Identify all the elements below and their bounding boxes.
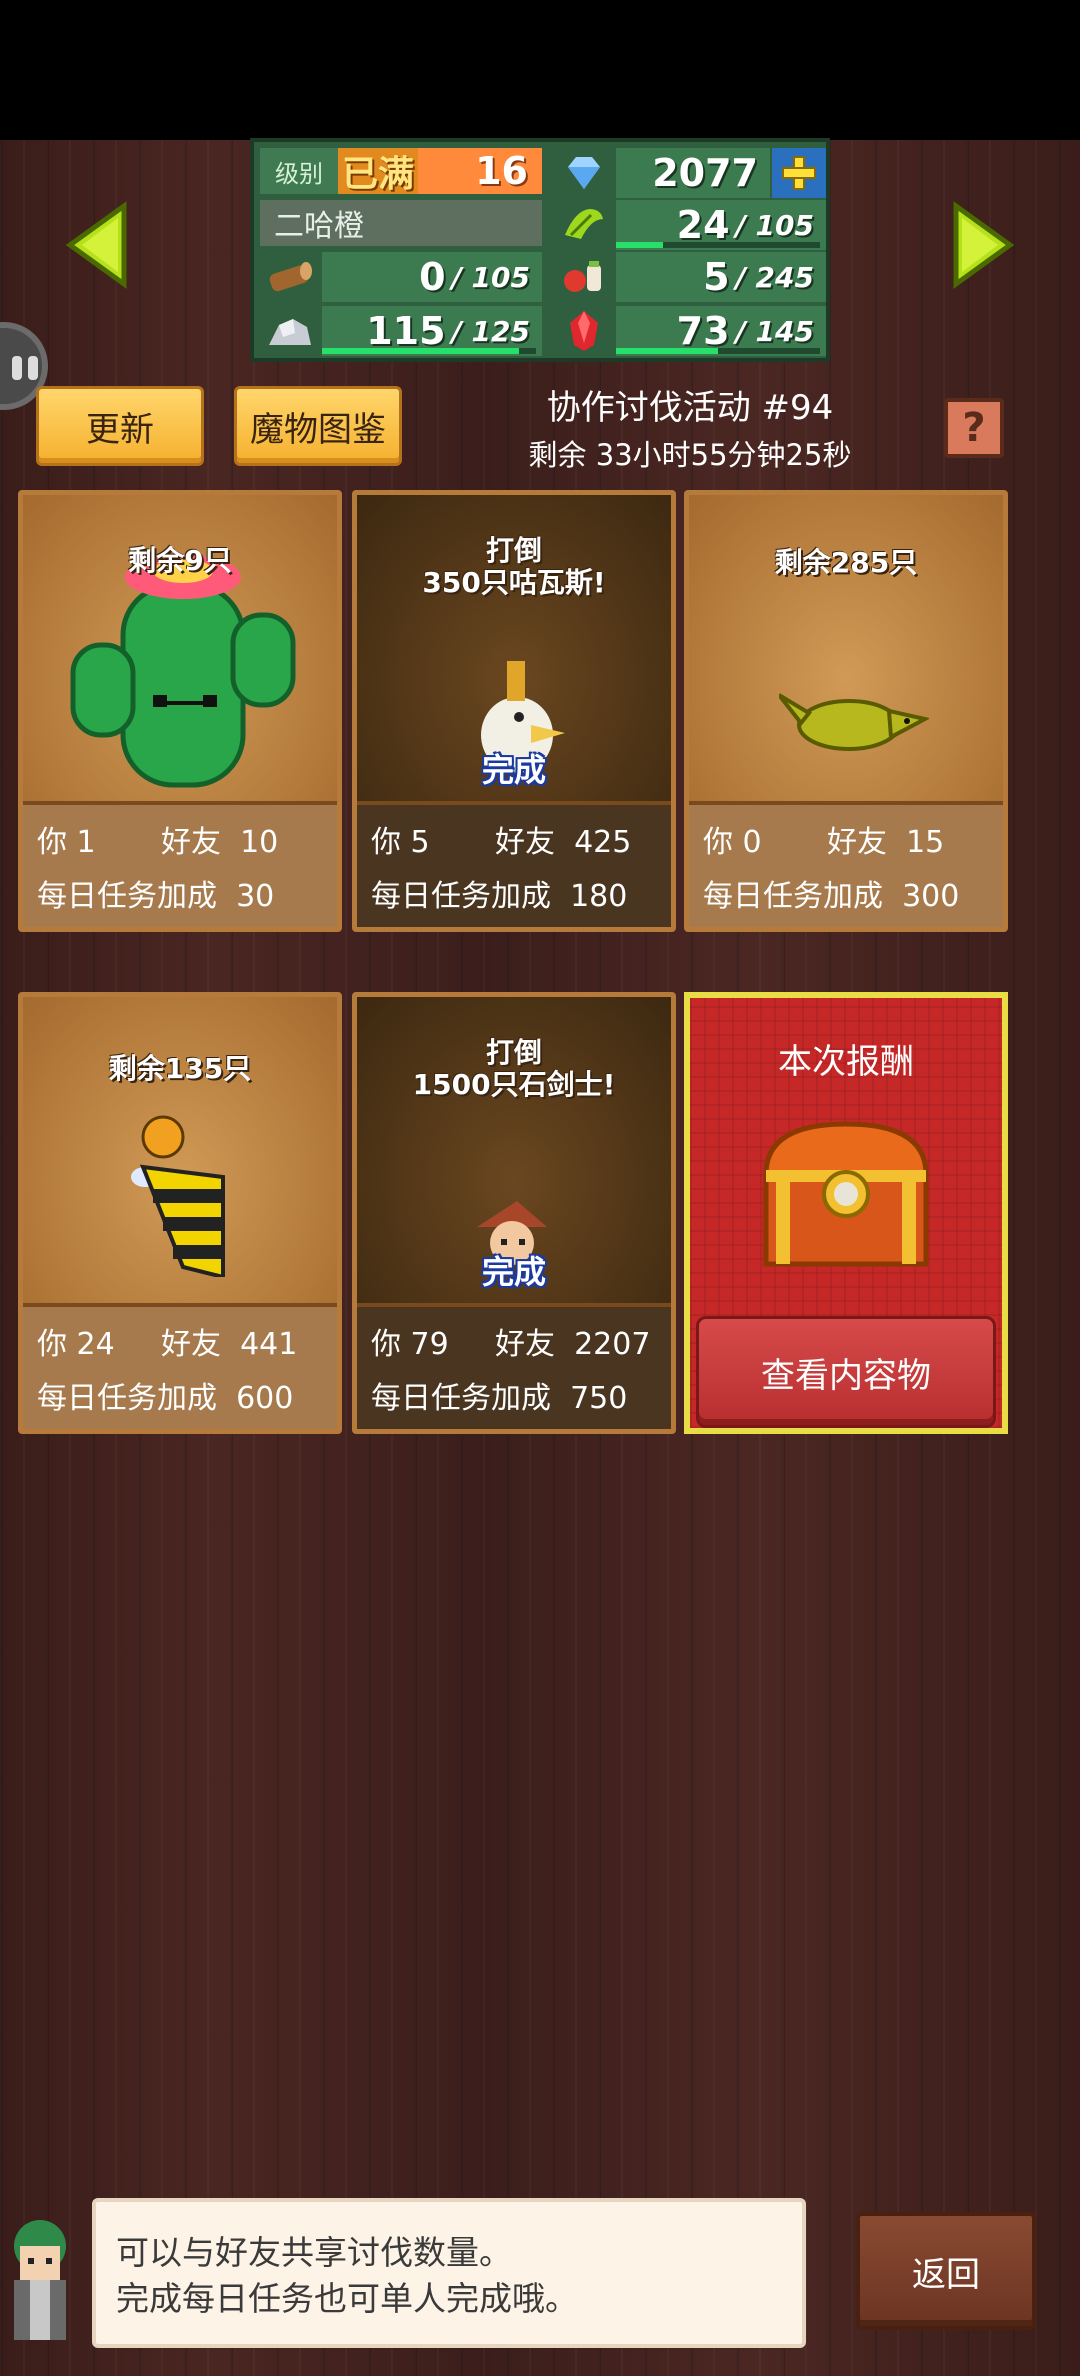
reward-title: 本次报酬 [778,1042,914,1082]
level-value: 16 [418,148,542,194]
friend-count: 441 [240,1327,298,1362]
event-timer: 剩余 33小时55分钟25秒 [528,438,852,472]
pause-icon [12,356,22,380]
daily-bonus: 180 [570,879,628,914]
treasure-chest-icon [763,1121,929,1267]
hint-line-2: 完成每日任务也可单人完成哦。 [116,2279,578,2318]
friend-count: 15 [906,825,945,860]
grass-bar [616,242,663,248]
food-max: 245 [755,260,814,294]
you-count: 79 [410,1327,449,1362]
lizard-icon [779,693,929,751]
gem-stat: 2077 [554,148,826,198]
food-value: 5 [703,255,730,299]
plus-icon [782,156,816,190]
you-count: 5 [410,825,430,860]
wood-stat: 0/ 105 [260,252,542,302]
hint-line-1: 可以与好友共享讨伐数量。 [116,2233,512,2272]
hint-message: 可以与好友共享讨伐数量。 完成每日任务也可单人完成哦。 [92,2198,806,2348]
player-name: 二哈橙 [260,200,542,246]
friend-count: 425 [574,825,632,860]
level-label: 级别 [260,148,338,194]
avatar [14,2220,66,2340]
ore-bar [322,348,519,354]
monster-card-swordsman[interactable]: 打倒 1500只石剑士! 完成 你 79 好友 2207 每日任务加成 750 [352,992,676,1434]
view-contents-button[interactable]: 查看内容物 [696,1316,996,1428]
monster-card-bird[interactable]: 打倒 350只咕瓦斯! 完成 你 5 好友 425 每日任务加成 180 [352,490,676,932]
grass-icon [554,200,614,250]
gem-value: 2077 [652,151,758,195]
bee-icon [131,1115,225,1277]
food-stat: 5/ 245 [554,252,826,302]
grass-value: 24 [676,203,730,247]
card-title: 剩余285只 [774,546,918,579]
monster-card-cactus[interactable]: 剩余9只 你 1 好友 10 每日任务加成 30 [18,490,342,932]
friend-count: 2207 [574,1327,651,1362]
ore-max: 125 [471,314,530,348]
mana-max: 145 [755,314,814,348]
daily-bonus: 750 [570,1381,628,1416]
monster-card-bee[interactable]: 剩余135只 你 24 好友 441 每日任务加成 600 [18,992,342,1434]
grass-stat: 24/ 105 [554,200,826,250]
refresh-button[interactable]: 更新 [36,386,204,466]
wood-value: 0 [419,255,446,299]
ore-stat: 115/ 125 [260,306,542,356]
card-title: 打倒 350只咕瓦斯! [422,534,606,599]
card-title: 剩余9只 [128,544,232,577]
help-button[interactable]: ? [944,398,1004,458]
event-title: 协作讨伐活动 #94 [546,388,834,428]
ore-icon [260,306,320,356]
daily-bonus: 30 [236,879,275,914]
ruby-icon [554,306,614,356]
you-count: 24 [76,1327,115,1362]
mana-value: 73 [676,309,730,353]
reward-card: 本次报酬 查看内容物 [684,992,1008,1434]
level-max-badge: 已满 [338,148,418,195]
wood-icon [260,252,320,302]
status-bar-area [0,0,1080,140]
diamond-icon [554,148,614,198]
food-icon [554,252,614,302]
daily-bonus: 600 [236,1381,294,1416]
add-gems-button[interactable] [772,148,826,198]
mana-stat: 73/ 145 [554,306,826,356]
wood-max: 105 [471,260,530,294]
grass-max: 105 [755,208,814,242]
ore-value: 115 [366,309,446,353]
you-count: 0 [742,825,762,860]
monster-card-lizard[interactable]: 剩余285只 你 0 好友 15 每日任务加成 300 [684,490,1008,932]
monster-dex-button[interactable]: 魔物图鉴 [234,386,402,466]
completed-badge: 完成 [481,1253,546,1291]
back-button[interactable]: 返回 [856,2212,1036,2330]
prev-arrow-icon[interactable] [64,200,134,290]
daily-bonus: 300 [902,879,960,914]
resource-panel: 级别 已满 16 二哈橙 0/ 105 115/ 125 2077 24/ 10… [250,138,830,362]
mana-bar [616,348,718,354]
you-count: 1 [76,825,96,860]
card-title: 打倒 1500只石剑士! [412,1036,616,1101]
friend-count: 10 [240,825,279,860]
completed-badge: 完成 [481,751,546,789]
card-title: 剩余135只 [108,1052,252,1085]
next-arrow-icon[interactable] [946,200,1016,290]
